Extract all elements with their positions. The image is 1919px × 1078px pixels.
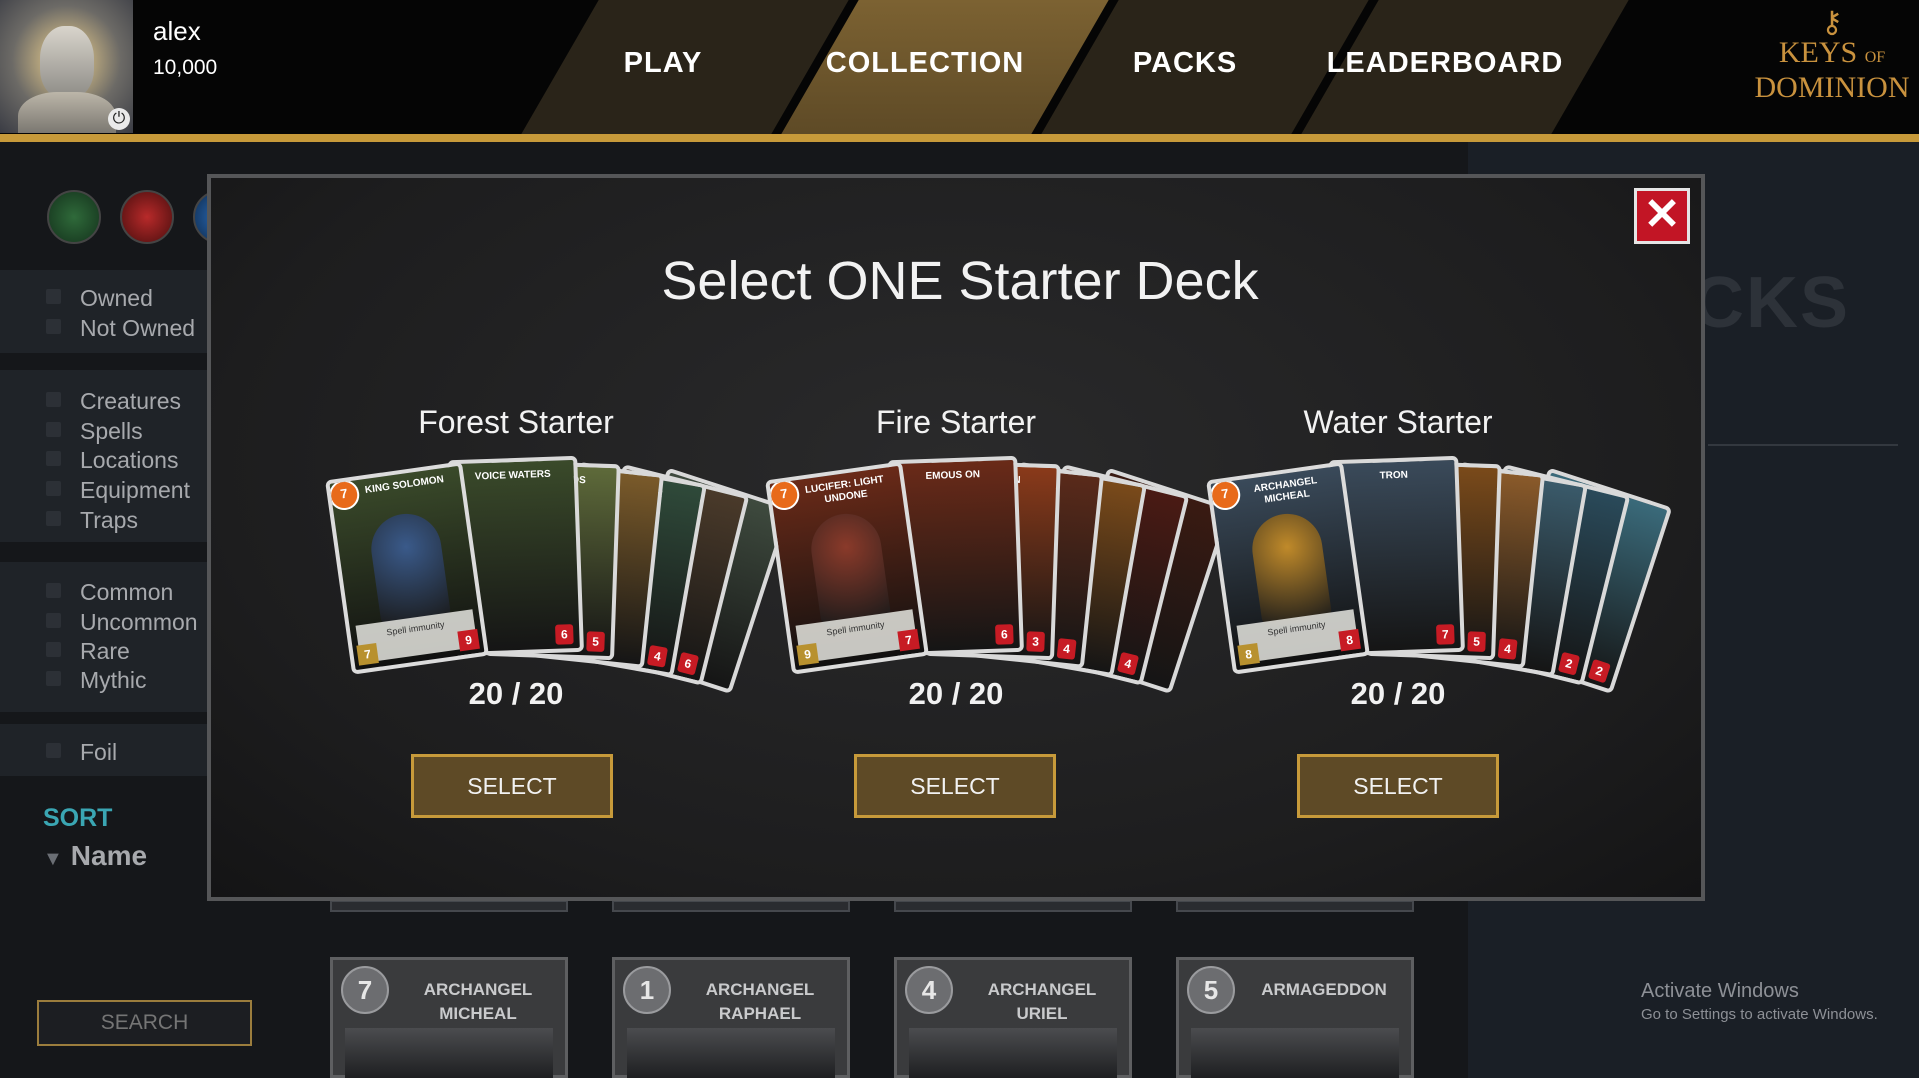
card-attack-badge: 4 xyxy=(1497,638,1518,660)
card-ability-text: Spell immunity xyxy=(385,619,446,638)
deck-title-water: Water Starter xyxy=(1303,404,1493,440)
filter-foil[interactable]: Foil xyxy=(45,739,117,766)
top-bar-divider xyxy=(0,134,1919,142)
filter-uncommon[interactable]: Uncommon xyxy=(46,609,198,636)
filter-traps[interactable]: Traps xyxy=(46,507,138,534)
sort-label: SORT xyxy=(43,804,113,832)
card-cost: 1 xyxy=(623,966,671,1014)
select-fire-button[interactable]: SELECT xyxy=(854,754,1056,818)
forest-deck-cards[interactable]: OTSE OF AIN6M, -BEAR4OWTHON OF ELDS5VOIC… xyxy=(325,450,792,695)
card-attack-badge: 9 xyxy=(457,628,480,652)
filter-mythic[interactable]: Mythic xyxy=(45,667,146,694)
card-attack-badge: 4 xyxy=(1116,651,1140,676)
chevron-down-icon: ▼ xyxy=(43,848,63,870)
card-attack-badge: 7 xyxy=(897,628,920,652)
deck-front-card: 7 ARCHANGEL MICHEAL Spell immunity 8 8 xyxy=(1206,461,1370,675)
deck-title-fire: Fire Starter xyxy=(875,404,1037,440)
filter-locations[interactable]: Locations xyxy=(45,447,178,474)
tab-leaderboard[interactable]: LEADERBOARD xyxy=(1320,47,1570,80)
select-water-button[interactable]: SELECT xyxy=(1297,754,1499,818)
card-attack-badge: 6 xyxy=(555,624,574,645)
tab-collection[interactable]: COLLECTION xyxy=(800,47,1050,80)
coin-balance: 10,000 xyxy=(153,56,218,79)
card-attack-badge: 5 xyxy=(586,631,605,652)
card-shelf xyxy=(894,900,1132,912)
card-attack-badge: 4 xyxy=(646,644,669,668)
filter-creatures[interactable]: Creatures xyxy=(46,388,181,415)
collection-card[interactable]: 4 ARCHANGEL URIEL xyxy=(894,957,1132,1078)
card-gold-value: 8 xyxy=(1237,643,1260,666)
divider xyxy=(1708,444,1898,446)
filter-spells[interactable]: Spells xyxy=(46,418,143,445)
tab-packs[interactable]: PACKS xyxy=(1085,47,1285,80)
search-input[interactable] xyxy=(37,1000,252,1046)
card-attack-badge: 2 xyxy=(1587,658,1611,684)
card-art xyxy=(366,509,452,629)
username: alex xyxy=(153,16,201,46)
card-name: ARCHANGEL MICHEAL xyxy=(1253,475,1318,506)
card-title: TRON xyxy=(1379,469,1409,482)
filter-rare[interactable]: Rare xyxy=(46,638,130,665)
keys-of-dominion-logo: ⚷ KEYS OF DOMINION xyxy=(1752,8,1912,123)
key-icon: ⚷ xyxy=(1821,6,1843,39)
filter-equipment[interactable]: Equipment xyxy=(46,477,190,504)
card-ability-text: Spell immunity xyxy=(825,619,886,638)
deck-front-card: 7 KING SOLOMON Spell immunity 7 9 xyxy=(325,461,489,675)
card-name: KING SOLOMON xyxy=(364,474,445,497)
fire-deck-cards[interactable]: UALED4DONING OF L4S, DUKE N3EMOUS ON67LU… xyxy=(765,450,1232,695)
card-title: VOICE WATERS xyxy=(474,468,551,483)
card-shelf xyxy=(330,900,568,912)
deck-count-fire: 20 / 20 xyxy=(908,676,1004,711)
card-attack-badge: 6 xyxy=(995,624,1014,645)
power-icon[interactable]: ⏻ xyxy=(108,108,130,130)
card-name: LUCIFER: LIGHT UNDONE xyxy=(804,474,885,506)
filter-common[interactable]: Common xyxy=(45,579,173,606)
filter-not-owned[interactable]: Not Owned xyxy=(45,315,195,342)
card-attack-badge: 3 xyxy=(1026,631,1045,652)
card-attack-badge: 2 xyxy=(1557,651,1581,676)
card-cost: 4 xyxy=(905,966,953,1014)
modal-title: Select ONE Starter Deck xyxy=(661,251,1259,311)
card-attack-badge: 8 xyxy=(1338,628,1361,652)
filter-owned[interactable]: Owned xyxy=(46,285,153,312)
collection-card[interactable]: 1 ARCHANGEL RAPHAEL xyxy=(612,957,850,1078)
card-gold-value: 7 xyxy=(356,643,379,666)
card-shelf xyxy=(1176,900,1414,912)
deck-count-forest: 20 / 20 xyxy=(468,676,564,711)
collection-card[interactable]: 7 ARCHANGEL MICHEAL xyxy=(330,957,568,1078)
card-shelf xyxy=(612,900,850,912)
select-forest-button[interactable]: SELECT xyxy=(411,754,613,818)
windows-activation-title: Activate Windows xyxy=(1641,980,1799,1002)
windows-activation-subtitle: Go to Settings to activate Windows. xyxy=(1641,1006,1878,1023)
card-gold-value: 9 xyxy=(796,643,819,666)
card-cost: 7 xyxy=(341,966,389,1014)
collection-card[interactable]: 5 ARMAGEDDON xyxy=(1176,957,1414,1078)
water-deck-cards[interactable]: EL2EL2DALNGEL EL4HIM5TRON77ARCHANGEL MIC… xyxy=(1206,450,1673,695)
card-art xyxy=(806,509,892,629)
forest-filter-icon[interactable] xyxy=(47,190,101,244)
card-attack-badge: 7 xyxy=(1436,624,1455,645)
card-title: EMOUS ON xyxy=(925,469,981,483)
fire-filter-icon[interactable] xyxy=(120,190,174,244)
tab-play[interactable]: PLAY xyxy=(563,47,763,80)
card-attack-badge: 4 xyxy=(1056,638,1077,660)
deck-count-water: 20 / 20 xyxy=(1350,676,1446,711)
card-attack-badge: 6 xyxy=(676,651,700,676)
sort-by-name[interactable]: ▼ Name xyxy=(43,840,147,872)
card-art xyxy=(1247,509,1333,629)
deck-title-forest: Forest Starter xyxy=(418,404,614,440)
card-ability-text: Spell immunity xyxy=(1266,619,1327,638)
card-attack-badge: 5 xyxy=(1467,631,1486,652)
close-icon[interactable]: ✕ xyxy=(1634,188,1690,244)
card-cost: 5 xyxy=(1187,966,1235,1014)
deck-front-card: 7 LUCIFER: LIGHT UNDONE Spell immunity 9 7 xyxy=(765,461,929,675)
